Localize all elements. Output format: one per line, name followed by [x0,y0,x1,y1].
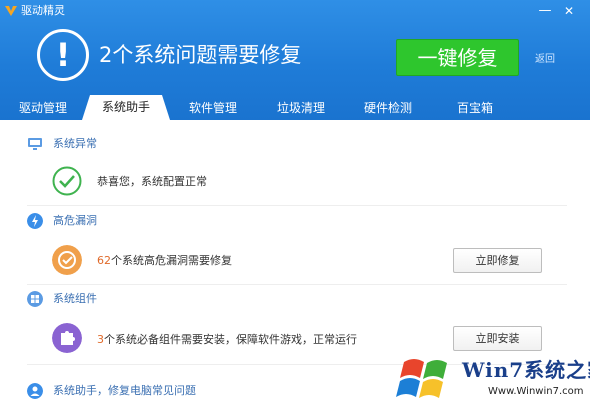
lightning-icon [27,213,43,229]
components-count: 3 [97,333,104,346]
vulnerability-count: 62 [97,254,111,267]
section-title: 系统异常 [53,137,97,150]
section-title: 系统助手，修复电脑常见问题 [53,384,196,397]
app-title: 驱动精灵 [21,4,65,17]
watermark-url: Www.Winwin7.com [488,386,584,397]
minimize-button[interactable]: — [536,2,554,20]
divider [27,284,567,285]
tab-bar: 驱动管理 系统助手 软件管理 垃圾清理 硬件检测 百宝箱 [0,95,590,120]
puzzle-icon [52,323,82,353]
section-title: 高危漏洞 [53,214,97,227]
tab-driver-management[interactable]: 驱动管理 [0,97,86,120]
helper-icon [27,383,43,399]
vulnerability-icon [52,245,82,275]
back-link[interactable]: 返回 [535,50,555,65]
tab-hardware-detection[interactable]: 硬件检测 [345,97,431,120]
issue-headline: 2个系统问题需要修复 [99,43,302,67]
windows-flag-icon [396,359,447,398]
tab-toolbox[interactable]: 百宝箱 [432,97,518,120]
alert-icon: ! [37,29,89,81]
driver-genius-window: 驱动精灵 — ✕ ! 2个系统问题需要修复 一键修复 返回 驱动管理 系统助手 … [0,0,590,408]
monitor-icon [28,138,42,150]
components-text: 3个系统必备组件需要安装，保障软件游戏，正常运行 [97,332,357,348]
tab-junk-cleanup[interactable]: 垃圾清理 [258,97,344,120]
watermark: Win7系统之家 Www.Winwin7.com [392,348,590,408]
vulnerability-text: 62个系统高危漏洞需要修复 [97,253,232,269]
tab-system-assistant[interactable]: 系统助手 [82,95,170,120]
system-status-text: 恭喜您，系统配置正常 [97,175,207,188]
tab-software-management[interactable]: 软件管理 [170,97,256,120]
check-icon [52,166,82,196]
title-bar: 驱动精灵 — ✕ [0,0,590,24]
header-panel: 驱动精灵 — ✕ ! 2个系统问题需要修复 一键修复 返回 驱动管理 系统助手 … [0,0,590,120]
close-button[interactable]: ✕ [560,2,578,20]
windows-icon [27,291,43,307]
divider [27,205,567,206]
components-message: 个系统必备组件需要安装，保障软件游戏，正常运行 [104,333,357,346]
app-logo-icon [5,6,17,16]
one-click-fix-button[interactable]: 一键修复 [396,39,519,76]
watermark-brand: Win7系统之家 [462,358,590,382]
fix-now-button[interactable]: 立即修复 [453,248,542,273]
vulnerability-message: 个系统高危漏洞需要修复 [111,254,232,267]
section-title: 系统组件 [53,292,97,305]
